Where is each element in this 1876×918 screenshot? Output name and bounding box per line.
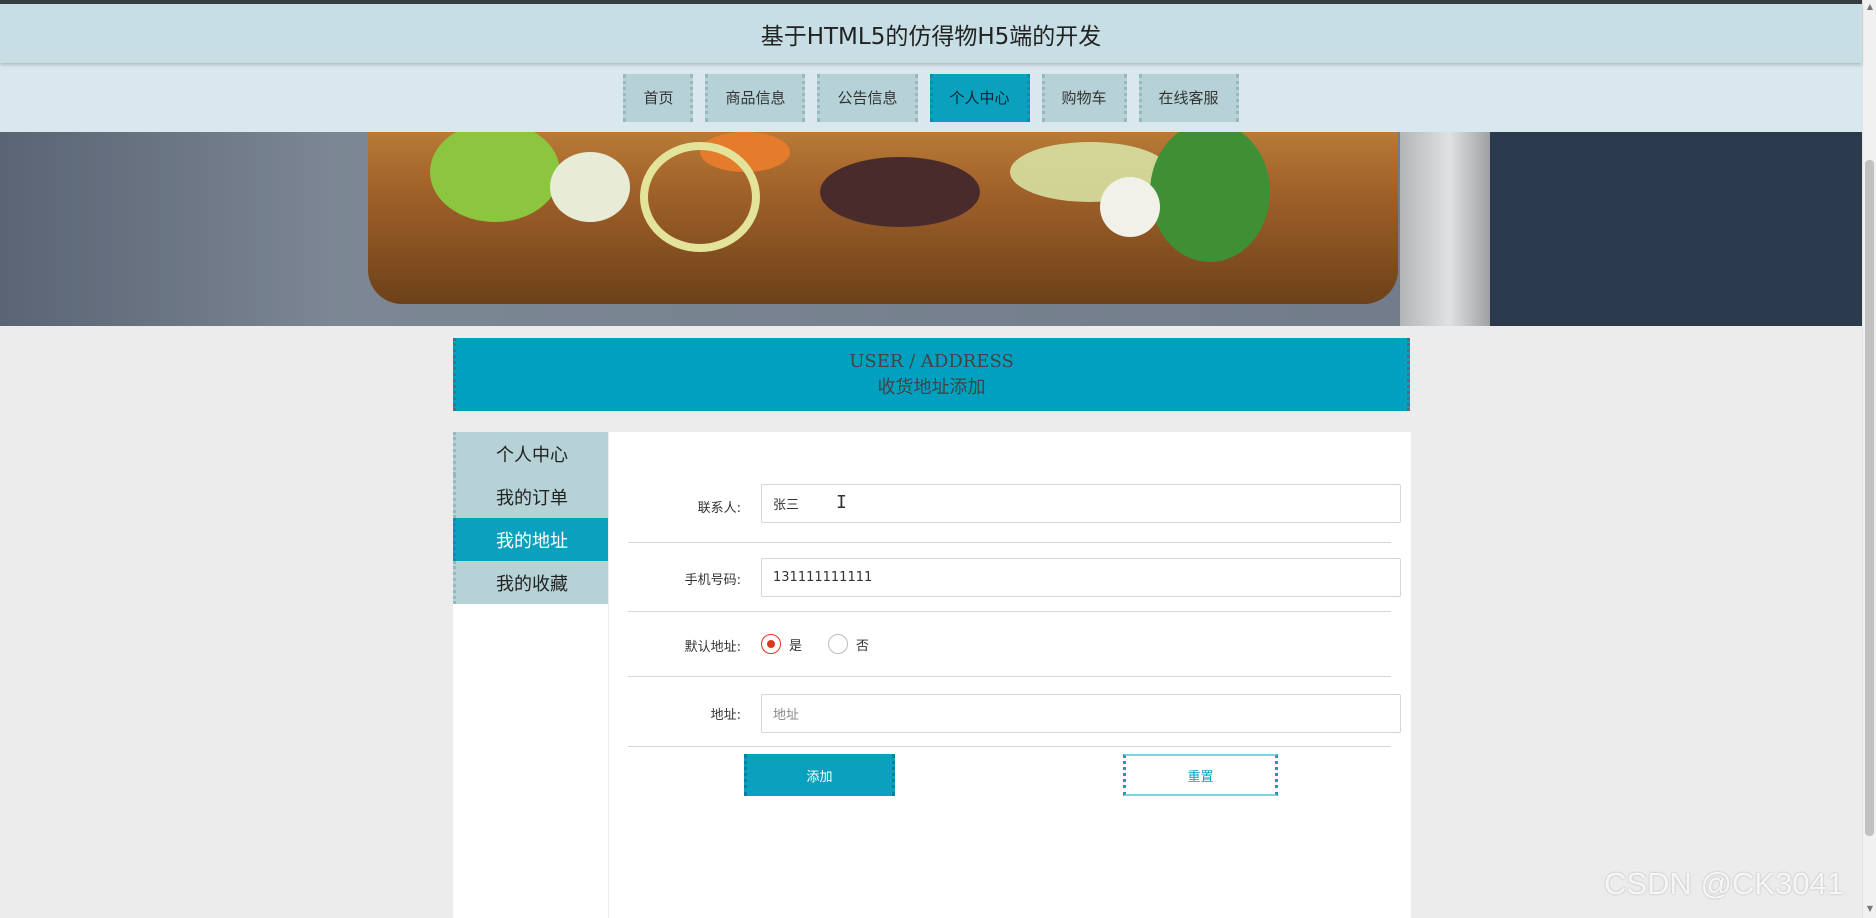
contact-input[interactable]: 张三 [761,484,1401,523]
radio-yes-label: 是 [789,638,803,654]
scroll-thumb[interactable] [1865,160,1874,836]
banner-veg [1100,177,1160,237]
text-cursor-icon: I [836,492,847,513]
form-row-default-address: 默认地址: 是 否 [628,612,1391,677]
watermark: CSDN @CK3041 [1604,866,1844,901]
site-title: 基于HTML5的仿得物H5端的开发 [760,23,1102,50]
scroll-down-icon[interactable]: ▼ [1865,904,1875,913]
site-header: 基于HTML5的仿得物H5端的开发 [0,4,1862,63]
nav-products[interactable]: 商品信息 [705,73,806,122]
sidebar-item-orders[interactable]: 我的订单 [453,475,608,518]
nav-cart[interactable]: 购物车 [1041,73,1127,122]
section-title-cn: 收货地址添加 [877,376,986,398]
address-label: 地址: [710,708,741,723]
phone-label: 手机号码: [684,573,741,588]
nav-personal-center[interactable]: 个人中心 [929,73,1030,122]
banner-image [0,132,1862,326]
radio-yes[interactable] [761,634,781,654]
sidebar-item-favorites[interactable]: 我的收藏 [453,561,608,604]
form-row-address: 地址: 地址 [628,677,1401,747]
banner-bg-right [1470,132,1862,326]
banner-veg [550,152,630,222]
form-row-phone: 手机号码: 131111111111 [628,543,1401,612]
user-sidebar: 个人中心 我的订单 我的地址 我的收藏 [453,432,608,918]
reset-button[interactable]: 重置 [1123,754,1278,796]
nav-announcements[interactable]: 公告信息 [817,73,918,122]
main-nav: 首页 商品信息 公告信息 个人中心 购物车 在线客服 [0,63,1862,132]
default-address-label: 默认地址: [684,640,741,655]
banner-knife [1400,132,1490,326]
section-title-en: USER / ADDRESS [849,350,1014,372]
sidebar-item-personal-center[interactable]: 个人中心 [453,432,608,475]
radio-no[interactable] [828,634,849,654]
banner-veg [640,142,760,252]
phone-input[interactable]: 131111111111 [761,558,1401,597]
nav-home[interactable]: 首页 [623,73,694,122]
radio-no-label: 否 [856,638,870,654]
nav-customer-service[interactable]: 在线客服 [1138,73,1239,122]
default-address-radio-group: 是 否 [761,634,869,654]
contact-label: 联系人: [697,501,741,516]
sidebar-item-address[interactable]: 我的地址 [453,518,608,561]
address-form: 联系人: 张三 手机号码: 131111111111 默认地址: 是 否 地址:… [609,432,1411,918]
add-button[interactable]: 添加 [744,754,895,796]
scroll-up-icon[interactable]: ▲ [1865,2,1875,11]
section-title: USER / ADDRESS 收货地址添加 [453,338,1410,411]
address-input[interactable]: 地址 [761,694,1401,733]
page-scrollbar[interactable]: ▲ ▼ [1862,0,1876,918]
banner-veg [820,157,980,227]
form-row-contact: 联系人: 张三 [628,477,1401,543]
